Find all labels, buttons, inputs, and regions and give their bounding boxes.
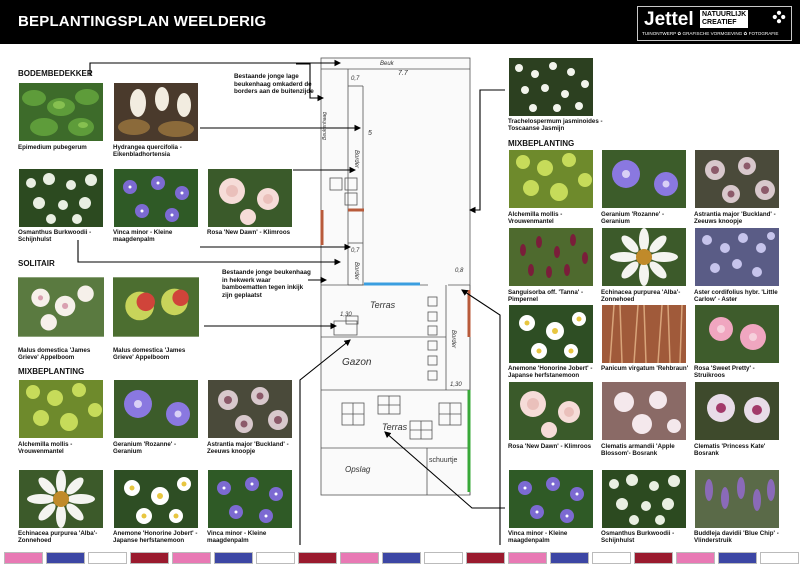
color-swatch: [172, 552, 211, 564]
color-swatch: [214, 552, 253, 564]
color-swatch: [46, 552, 85, 564]
arrow-hedge-top: [296, 63, 325, 102]
color-swatch: [760, 552, 799, 564]
plan-label-border-top: Border: [353, 150, 359, 169]
garden-plan: Beuk 7.7 0,7 5 0,7 0,8 1,30 1,30 Terras …: [77, 57, 505, 545]
plan-label-dim-top: 7.7: [398, 70, 409, 77]
plan-label-terras-2: Terras: [382, 422, 408, 432]
color-swatch: [130, 552, 169, 564]
plan-label-dim-5: 5: [368, 130, 372, 137]
color-swatch: [88, 552, 127, 564]
plan-label-dim-07a: 0,7: [351, 76, 360, 82]
arrow-jasmine: [468, 89, 505, 214]
color-swatch: [298, 552, 337, 564]
color-swatch: [382, 552, 421, 564]
plan-label-opslag: Opslag: [345, 465, 371, 474]
plan-label-beuk-top: Beuk: [380, 61, 395, 67]
color-swatch: [424, 552, 463, 564]
arrow-osmanthus-left: [77, 240, 342, 266]
plan-label-gazon: Gazon: [342, 357, 372, 368]
plan-label-dim-07b: 0,7: [351, 248, 360, 254]
color-swatch: [592, 552, 631, 564]
color-swatch: [508, 552, 547, 564]
color-swatch: [4, 552, 43, 564]
plan-label-dim-08: 0,8: [455, 268, 464, 274]
arrow-ground-cover: [89, 59, 342, 76]
plan-label-border-left: Border: [353, 262, 359, 281]
color-swatch: [550, 552, 589, 564]
color-swatch: [466, 552, 505, 564]
plan-label-terras-1: Terras: [370, 300, 396, 310]
color-swatch: [634, 552, 673, 564]
plan-label-schuurtje: schuurtje: [429, 457, 458, 464]
color-swatch: [340, 552, 379, 564]
color-swatch: [256, 552, 295, 564]
color-swatch: [718, 552, 757, 564]
plan-label-haag: Beukenhaag: [322, 112, 328, 140]
plan-label-border-right: Border: [450, 330, 456, 349]
color-swatch: [676, 552, 715, 564]
plan-label-dim-130b: 1,30: [450, 382, 462, 388]
plan-label-dim-130a: 1,30: [340, 312, 352, 318]
